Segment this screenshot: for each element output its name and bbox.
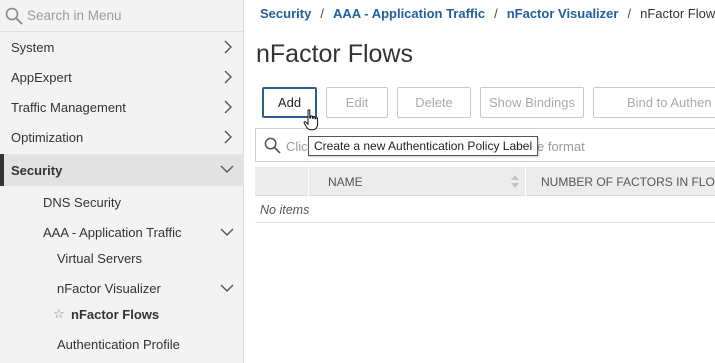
- sidebar-item-nfactor-flows[interactable]: ☆ nFactor Flows: [0, 301, 244, 327]
- chevron-right-icon: [224, 100, 232, 114]
- sidebar-item-system[interactable]: System: [0, 32, 244, 62]
- hand-cursor-icon: [303, 109, 319, 131]
- sidebar-item-virtual-servers[interactable]: Virtual Servers: [0, 245, 244, 271]
- column-label: NUMBER OF FACTORS IN FLOW: [541, 175, 715, 189]
- sidebar-item-label: Authentication Profile: [57, 337, 180, 352]
- sidebar-item-appexpert[interactable]: AppExpert: [0, 62, 244, 92]
- sidebar-item-label: nFactor Visualizer: [57, 281, 161, 296]
- search-icon: [5, 7, 23, 25]
- sidebar-item-authentication-profile[interactable]: Authentication Profile: [0, 331, 244, 357]
- breadcrumb-separator: /: [494, 6, 498, 21]
- sidebar-item-security[interactable]: Security: [0, 154, 244, 186]
- add-button-tooltip: Create a new Authentication Policy Label: [308, 136, 539, 156]
- table-header: NAME NUMBER OF FACTORS IN FLOW: [255, 167, 715, 196]
- sidebar-item-dns-security[interactable]: DNS Security: [0, 189, 244, 215]
- delete-button[interactable]: Delete: [397, 87, 471, 118]
- chevron-right-icon: [224, 130, 232, 144]
- breadcrumb-link-security[interactable]: Security: [260, 6, 311, 21]
- chevron-right-icon: [224, 70, 232, 84]
- sidebar-item-label: System: [11, 39, 55, 55]
- sidebar-item-optimization[interactable]: Optimization: [0, 122, 244, 152]
- breadcrumb-separator: /: [320, 6, 324, 21]
- sidebar-item-nfactor-visualizer[interactable]: nFactor Visualizer: [0, 275, 244, 301]
- sidebar-item-label: Security: [11, 162, 63, 178]
- search-placeholder-end: e format: [537, 139, 585, 154]
- chevron-down-icon: [220, 284, 234, 292]
- breadcrumb: Security / AAA - Application Traffic / nFact…: [260, 6, 715, 21]
- page-title: nFactor Flows: [256, 40, 413, 68]
- factors-column-header[interactable]: NUMBER OF FACTORS IN FLOW: [527, 167, 715, 196]
- column-label: NAME: [328, 175, 363, 189]
- menu-search[interactable]: Search in Menu: [0, 0, 244, 32]
- chevron-down-icon: [220, 228, 234, 236]
- sidebar-item-traffic-management[interactable]: Traffic Management: [0, 92, 244, 122]
- sidebar-item-label: Optimization: [11, 129, 84, 145]
- star-icon[interactable]: ☆: [53, 306, 65, 322]
- name-column-header[interactable]: NAME: [310, 167, 526, 196]
- edit-button[interactable]: Edit: [326, 87, 388, 118]
- breadcrumb-current: nFactor Flows: [640, 6, 715, 21]
- sort-icon: [511, 175, 519, 188]
- main-content: Security / AAA - Application Traffic / nFact…: [245, 0, 715, 363]
- sidebar-item-label: Virtual Servers: [57, 251, 143, 266]
- breadcrumb-link-aaa-application-traffic[interactable]: AAA - Application Traffic: [333, 6, 485, 21]
- divider: [255, 222, 715, 223]
- sidebar-item-aaa-application-traffic[interactable]: AAA - Application Traffic: [0, 219, 244, 245]
- breadcrumb-separator: /: [627, 6, 632, 21]
- breadcrumb-link-nfactor-visualizer[interactable]: nFactor Visualizer: [507, 6, 619, 21]
- sidebar-item-label: Traffic Management: [11, 99, 126, 115]
- sidebar-item-label: AppExpert: [11, 69, 72, 85]
- chevron-down-icon: [220, 165, 234, 173]
- chevron-right-icon: [224, 40, 232, 54]
- select-column-header[interactable]: [255, 167, 309, 196]
- sidebar-item-label: DNS Security: [43, 195, 122, 210]
- bind-to-authentication-button[interactable]: Bind to Authen: [593, 87, 715, 118]
- sidebar: Search in Menu System AppExpert Traffic …: [0, 0, 244, 363]
- show-bindings-button[interactable]: Show Bindings: [480, 87, 584, 118]
- menu-search-placeholder: Search in Menu: [27, 8, 122, 23]
- sidebar-item-label: AAA - Application Traffic: [43, 225, 182, 240]
- sidebar-item-label: nFactor Flows: [71, 307, 160, 322]
- search-icon: [264, 137, 281, 154]
- empty-table-message: No items: [260, 203, 310, 217]
